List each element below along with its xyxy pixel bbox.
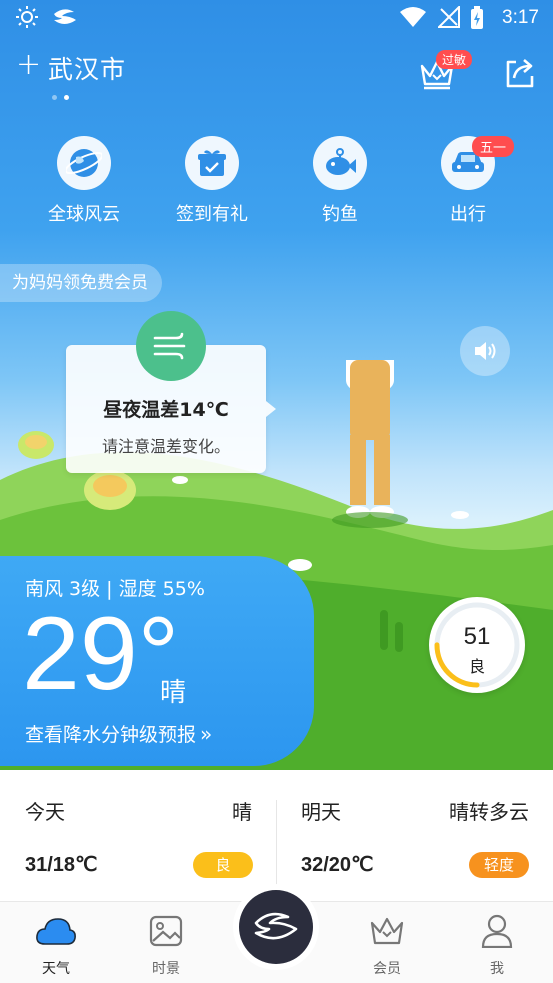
double-chevron-icon: » [200,722,213,746]
quick-entry-checkin-gift[interactable]: 签到有礼 [157,136,267,226]
aqi-value: 51 [463,623,491,650]
wifi-icon [400,6,426,32]
nav-member[interactable]: 会员 [347,914,427,978]
header: + 武汉市 过敏 [0,44,553,100]
battery-icon [470,6,484,34]
quick-entry-label: 签到有礼 [176,204,248,225]
cloud-icon [16,914,96,948]
travel-badge: 五一 [472,136,515,157]
current-weather-panel: 南风 3级 | 湿度 55% 29° 晴 查看降水分钟级预报» [0,556,314,766]
forecast-temp-range: 32/20℃ [301,854,374,876]
no-signal-icon [436,4,460,32]
fish-icon [313,136,367,190]
image-icon [126,914,206,948]
sun-icon [16,6,38,32]
forecast-tomorrow[interactable]: 明天 晴转多云 32/20℃ 轻度 [277,770,553,902]
precipitation-link-label: 查看降水分钟级预报 [25,724,197,746]
share-icon [506,59,534,88]
tip-title: 昼夜温差14℃ [103,399,229,421]
person-icon [457,914,537,948]
app-logo-icon [52,6,78,32]
quick-entry-label: 出行 [450,204,486,225]
quick-entry-fishing[interactable]: 钓鱼 [285,136,395,226]
page-indicator [52,85,76,104]
forecast-condition: 晴 [232,800,252,824]
speaker-icon [475,342,496,360]
quick-entry-label: 钓鱼 [322,204,358,225]
page-dot [52,95,57,100]
daily-forecast: 今天 晴 31/18℃ 良 明天 晴转多云 32/20℃ 轻度 [0,770,553,902]
forecast-today[interactable]: 今天 晴 31/18℃ 良 [0,770,276,902]
page-dot-active [64,95,69,100]
forecast-day: 明天 [301,800,341,824]
clock: 3:17 [502,7,539,28]
forecast-aqi-badge: 良 [193,852,253,878]
nav-label: 天气 [42,961,70,977]
globe-icon [57,136,111,190]
quick-entry-row: 全球风云 签到有礼 钓鱼 出行 [0,136,553,236]
nav-weather[interactable]: 天气 [16,914,96,978]
aqi-level: 良 [468,657,485,676]
forecast-temp-range: 31/18℃ [25,854,98,876]
aqi-ring[interactable]: 51 良 [429,597,525,693]
forecast-aqi-badge: 轻度 [469,852,529,878]
current-temperature: 29° [22,596,180,712]
app-logo-icon [254,912,298,940]
promo-banner[interactable]: 为妈妈领免费会员 [0,264,162,302]
nav-label: 会员 [373,961,401,977]
nav-scenery[interactable]: 时景 [126,914,206,978]
wind-icon [136,311,206,381]
city-name[interactable]: 武汉市 [48,50,126,86]
nav-label: 我 [490,961,504,977]
nav-label: 时景 [152,961,180,977]
crown-icon [347,914,427,948]
allergy-badge[interactable]: 过敏 [436,50,473,69]
quick-entry-global-weather[interactable]: 全球风云 [29,136,139,226]
forecast-condition: 晴转多云 [449,800,529,824]
precipitation-forecast-link[interactable]: 查看降水分钟级预报» [25,720,212,747]
gift-icon [185,136,239,190]
quick-entry-label: 全球风云 [48,204,120,225]
nav-me[interactable]: 我 [457,914,537,978]
add-city-button[interactable]: + [16,50,41,80]
current-condition: 晴 [160,678,187,708]
status-bar: 3:17 [0,0,553,38]
forecast-day: 今天 [25,800,65,824]
tip-body: 请注意温差变化。 [101,437,230,456]
center-logo-button[interactable] [239,890,313,964]
sound-button[interactable] [460,326,510,376]
share-button[interactable] [502,56,536,90]
